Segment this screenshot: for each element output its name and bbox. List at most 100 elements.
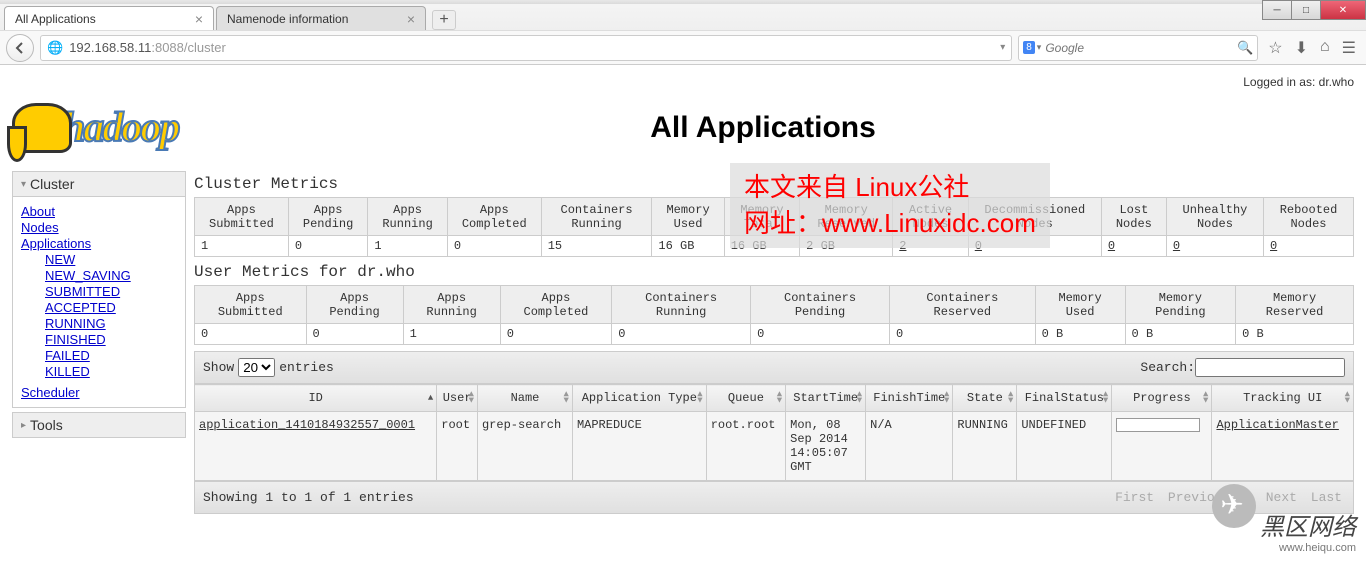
cell-start: Mon, 08 Sep 2014 14:05:07 GMT [786, 412, 866, 481]
sidebar-link-submitted[interactable]: SUBMITTED [45, 284, 177, 299]
cell-user: root [437, 412, 478, 481]
metric-value: 0 [288, 236, 367, 257]
tab-close-icon[interactable]: × [407, 12, 415, 26]
sidebar-link-accepted[interactable]: ACCEPTED [45, 300, 177, 315]
datatable-info: Showing 1 to 1 of 1 entries [203, 490, 414, 505]
sidebar-link-running[interactable]: RUNNING [45, 316, 177, 331]
sort-icon: ▲▼ [944, 392, 949, 405]
column-header[interactable]: Application Type▲▼ [572, 385, 706, 412]
page-content: Logged in as: dr.who hadoop All Applicat… [0, 65, 1366, 524]
cell-finish: N/A [866, 412, 953, 481]
menu-icon[interactable]: ☰ [1342, 38, 1356, 58]
search-icon[interactable]: 🔍 [1237, 40, 1253, 56]
back-button[interactable] [6, 34, 34, 62]
tab-close-icon[interactable]: × [195, 12, 203, 26]
metric-header: Containers Reserved [890, 286, 1036, 324]
column-header[interactable]: Tracking UI▲▼ [1212, 385, 1354, 412]
hadoop-logo[interactable]: hadoop [12, 93, 312, 163]
metric-value: 0 [500, 324, 612, 345]
tracking-link[interactable]: ApplicationMaster [1216, 418, 1338, 432]
column-header[interactable]: Queue▲▼ [706, 385, 785, 412]
url-bar[interactable]: 🌐 192.168.58.11:8088/cluster ▾ [40, 35, 1012, 61]
metric-value: 0 [306, 324, 403, 345]
sort-icon: ▲▼ [1008, 392, 1013, 405]
sidebar-cluster-body: About Nodes Applications NEW NEW_SAVING … [12, 197, 186, 408]
metric-header: Apps Pending [306, 286, 403, 324]
downloads-icon[interactable]: ⬇ [1295, 38, 1308, 58]
app-id-link[interactable]: application_1410184932557_0001 [199, 418, 415, 432]
browser-search-box[interactable]: 8 ▾ 🔍 [1018, 35, 1258, 61]
metric-header: Memory Reserved [1236, 286, 1354, 324]
arrow-left-icon [13, 41, 27, 55]
sidebar-link-scheduler[interactable]: Scheduler [21, 385, 177, 400]
paginate-first[interactable]: First [1115, 490, 1154, 505]
sort-icon: ▲▼ [697, 392, 702, 405]
page-header: hadoop All Applications [12, 93, 1354, 163]
sidebar-link-new[interactable]: NEW [45, 252, 177, 267]
column-header[interactable]: StartTime▲▼ [786, 385, 866, 412]
globe-icon: 🌐 [47, 40, 63, 56]
datatable-search-input[interactable] [1195, 358, 1345, 377]
sidebar-link-finished[interactable]: FINISHED [45, 332, 177, 347]
table-row: application_1410184932557_0001 root grep… [195, 412, 1354, 481]
metric-header: Apps Completed [447, 198, 541, 236]
sort-icon: ▲▼ [777, 392, 782, 405]
nav-bar: 🌐 192.168.58.11:8088/cluster ▾ 8 ▾ 🔍 ☆ ⬇… [0, 30, 1366, 64]
user-metrics-table: Apps SubmittedApps PendingApps RunningAp… [194, 285, 1354, 345]
column-header[interactable]: State▲▼ [953, 385, 1017, 412]
column-header[interactable]: ID▲ [195, 385, 437, 412]
column-header[interactable]: Progress▲▼ [1112, 385, 1212, 412]
sidebar-header-tools[interactable]: Tools [12, 412, 186, 438]
metric-value: 0 [612, 324, 751, 345]
sidebar-link-applications[interactable]: Applications [21, 236, 177, 251]
page-size-select[interactable]: 20 [238, 358, 275, 377]
bookmark-icon[interactable]: ☆ [1268, 38, 1282, 58]
metric-header: Containers Running [612, 286, 751, 324]
sidebar-link-nodes[interactable]: Nodes [21, 220, 177, 235]
sort-icon: ▲ [428, 395, 433, 401]
page-title: All Applications [312, 111, 1214, 145]
toolbar-icons: ☆ ⬇ ⌂ ☰ [1264, 38, 1360, 58]
metric-value: 0 [1101, 236, 1166, 257]
new-tab-button[interactable]: + [432, 10, 456, 30]
url-dropdown-icon[interactable]: ▾ [1000, 42, 1005, 53]
metric-header: Containers Pending [751, 286, 890, 324]
metric-header: Apps Submitted [195, 198, 289, 236]
column-header[interactable]: FinalStatus▲▼ [1017, 385, 1112, 412]
metric-header: Memory Used [1035, 286, 1125, 324]
browser-tab-active[interactable]: All Applications × [4, 6, 214, 30]
entries-label: entries [279, 360, 334, 375]
corner-logo-icon [1212, 484, 1256, 528]
browser-search-input[interactable] [1045, 41, 1237, 55]
progress-bar [1116, 418, 1200, 432]
sort-icon: ▲▼ [1103, 392, 1108, 405]
search-engine-dropdown-icon[interactable]: ▾ [1037, 42, 1042, 53]
tab-title: Namenode information [227, 12, 348, 26]
sidebar-link-killed[interactable]: KILLED [45, 364, 177, 379]
sort-icon: ▲▼ [469, 392, 474, 405]
metric-value: 1 [403, 324, 500, 345]
url-path: :8088/cluster [151, 40, 225, 55]
watermark-line2: 网址：www.Linuxidc.com [744, 205, 1036, 241]
metric-value: 0 [195, 324, 307, 345]
sidebar-link-new-saving[interactable]: NEW_SAVING [45, 268, 177, 283]
column-header[interactable]: Name▲▼ [477, 385, 572, 412]
metric-header: Containers Running [541, 198, 652, 236]
elephant-icon [12, 103, 72, 153]
column-header[interactable]: User▲▼ [437, 385, 478, 412]
datatable-bottom-bar: Showing 1 to 1 of 1 entries First Previo… [194, 481, 1354, 514]
home-icon[interactable]: ⌂ [1320, 38, 1330, 58]
sidebar-link-about[interactable]: About [21, 204, 177, 219]
tab-bar: All Applications × Namenode information … [0, 4, 1366, 30]
cell-final: UNDEFINED [1017, 412, 1112, 481]
metric-header: Memory Pending [1125, 286, 1236, 324]
google-icon: 8 [1023, 41, 1035, 54]
metric-value: 1 [368, 236, 447, 257]
browser-tab-inactive[interactable]: Namenode information × [216, 6, 426, 30]
logo-text: hadoop [62, 104, 178, 152]
sidebar-link-failed[interactable]: FAILED [45, 348, 177, 363]
metric-header: Memory Used [652, 198, 724, 236]
column-header[interactable]: FinishTime▲▼ [866, 385, 953, 412]
sidebar-header-cluster[interactable]: Cluster [12, 171, 186, 197]
metric-header: Apps Running [368, 198, 447, 236]
